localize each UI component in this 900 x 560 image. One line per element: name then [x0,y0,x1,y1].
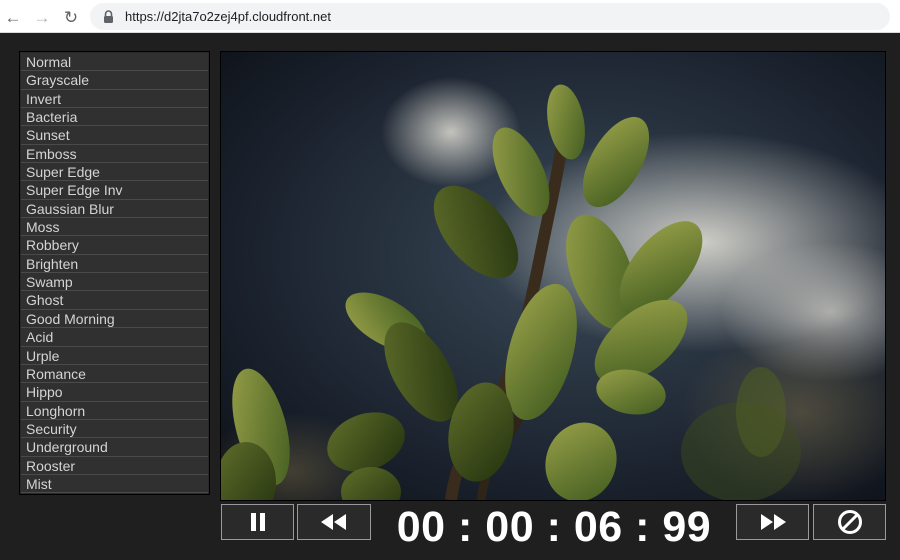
video-player[interactable] [220,51,886,501]
filter-item[interactable]: Longhorn [21,401,208,420]
filter-item[interactable]: Underground [21,438,208,457]
url-text[interactable]: https://d2jta7o2zej4pf.cloudfront.net [125,9,331,24]
filter-item[interactable]: Bacteria [21,108,208,127]
filter-list[interactable]: Normal Grayscale Invert Bacteria Sunset Embos… [19,51,210,495]
filter-item[interactable]: Grayscale [21,71,208,90]
address-bar[interactable]: https://d2jta7o2zej4pf.cloudfront.net [90,3,890,30]
video-frame-image [221,52,885,500]
arrow-left-icon[interactable]: ← [2,6,24,28]
filter-item[interactable]: Urple [21,346,208,365]
filter-item[interactable]: Super Edge [21,163,208,182]
filter-item[interactable]: Ghost [21,291,208,310]
pause-icon [250,513,265,531]
lock-icon[interactable] [101,10,115,24]
filter-item[interactable]: Robbery [21,236,208,255]
fast-forward-icon [760,514,786,530]
filter-item[interactable]: Normal [21,53,208,72]
timecode-display: 00 : 00 : 06 : 99 [396,503,712,551]
filter-item[interactable]: Mist [21,474,208,494]
rewind-button[interactable] [297,504,371,540]
reload-icon[interactable]: ↻ [60,6,82,28]
filter-item[interactable]: Emboss [21,144,208,164]
filter-item[interactable]: Gaussian Blur [21,199,208,219]
stop-button[interactable] [813,504,886,540]
filter-item[interactable]: Romance [21,364,208,384]
rewind-icon [321,514,346,530]
filter-item[interactable]: Moss [21,218,208,237]
browser-toolbar: ← → ↻ https://d2jta7o2zej4pf.cloudfront.… [0,0,900,33]
filter-item[interactable]: Hippo [21,383,208,402]
filter-item[interactable]: Sunset [21,126,208,145]
pause-button[interactable] [221,504,294,540]
filter-item[interactable]: Swamp [21,273,208,292]
filter-item[interactable]: Invert [21,89,208,109]
filter-item[interactable]: Super Edge Inv [21,181,208,200]
filter-item[interactable]: Brighten [21,254,208,274]
arrow-right-icon[interactable]: → [31,6,53,28]
filter-item[interactable]: Rooster [21,456,208,475]
fast-forward-button[interactable] [736,504,809,540]
stop-icon [837,510,862,534]
filter-item[interactable]: Acid [21,328,208,347]
filter-item[interactable]: Security [21,419,208,439]
filter-item[interactable]: Good Morning [21,309,208,329]
